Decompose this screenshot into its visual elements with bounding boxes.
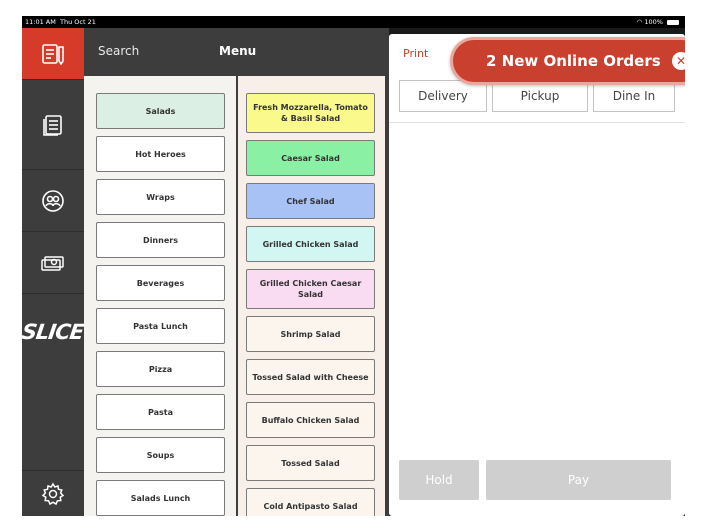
sidebar-item-order-pad[interactable] [22,28,84,80]
sidebar-item-customers[interactable] [22,170,84,232]
pay-button[interactable]: Pay [486,460,671,500]
slice-brand: SLICE [22,294,86,370]
status-bar: 11:01 AM Thu Oct 21 ◠ 100% [22,16,685,28]
notification-text: 2 New Online Orders [486,52,661,70]
status-right: ◠ 100% [637,16,679,28]
sidebar-item-cash[interactable] [22,232,84,294]
category-list: Salads Hot Heroes Wraps Dinners Beverage… [84,76,236,516]
status-time-date: 11:01 AM Thu Oct 21 [25,16,96,28]
menu-item-tossed-salad[interactable]: Tossed Salad [246,445,375,481]
category-salads[interactable]: Salads [96,93,225,129]
battery-percent: 100% [644,18,663,26]
gear-icon [41,482,65,506]
sidebar-item-settings[interactable] [22,470,84,516]
close-icon[interactable]: ✕ [672,52,685,70]
page-title: Menu [219,44,257,58]
menu-header: Search Menu [84,28,386,76]
menu-item-cold-antipasto[interactable]: Cold Antipasto Salad [246,488,375,516]
category-dinners[interactable]: Dinners [96,222,225,258]
menu-item-shrimp-salad[interactable]: Shrimp Salad [246,316,375,352]
customers-icon [41,189,65,213]
category-hot-heroes[interactable]: Hot Heroes [96,136,225,172]
order-divider [389,122,685,123]
wifi-icon: ◠ [636,18,643,26]
menu-item-list: Fresh Mozzarella, Tomato & Basil Salad C… [238,76,385,516]
category-pasta[interactable]: Pasta [96,394,225,430]
status-date: Thu Oct 21 [60,18,96,26]
menu-item-caesar-salad[interactable]: Caesar Salad [246,140,375,176]
menu-item-chef-salad[interactable]: Chef Salad [246,183,375,219]
category-beverages[interactable]: Beverages [96,265,225,301]
category-soups[interactable]: Soups [96,437,225,473]
menu-item-tossed-salad-cheese[interactable]: Tossed Salad with Cheese [246,359,375,395]
category-wraps[interactable]: Wraps [96,179,225,215]
print-button[interactable]: Print [403,47,428,60]
order-pad-icon [40,41,66,67]
category-salads-lunch[interactable]: Salads Lunch [96,480,225,516]
menu-item-grilled-chicken-salad[interactable]: Grilled Chicken Salad [246,226,375,262]
sidebar-item-orders[interactable] [22,80,84,170]
battery-icon [667,19,679,25]
menu-item-grilled-chicken-caesar[interactable]: Grilled Chicken Caesar Salad [246,269,375,309]
online-orders-notification[interactable]: 2 New Online Orders ✕ [450,37,685,85]
status-time: 11:01 AM [25,18,56,26]
orders-list-icon [41,113,65,137]
order-panel: Print Delivery Pickup Dine In Hold Pay [389,34,685,516]
hold-button[interactable]: Hold [399,460,479,500]
menu-item-fresh-mozzarella[interactable]: Fresh Mozzarella, Tomato & Basil Salad [246,93,375,133]
category-pizza[interactable]: Pizza [96,351,225,387]
category-pasta-lunch[interactable]: Pasta Lunch [96,308,225,344]
cash-icon [40,252,66,274]
app-window: 11:01 AM Thu Oct 21 ◠ 100% SLICE Search … [22,16,685,516]
slice-logo: SLICE [22,320,86,344]
menu-item-buffalo-chicken-salad[interactable]: Buffalo Chicken Salad [246,402,375,438]
search-input[interactable]: Search [98,44,139,58]
sidebar-rail: SLICE [22,28,86,516]
